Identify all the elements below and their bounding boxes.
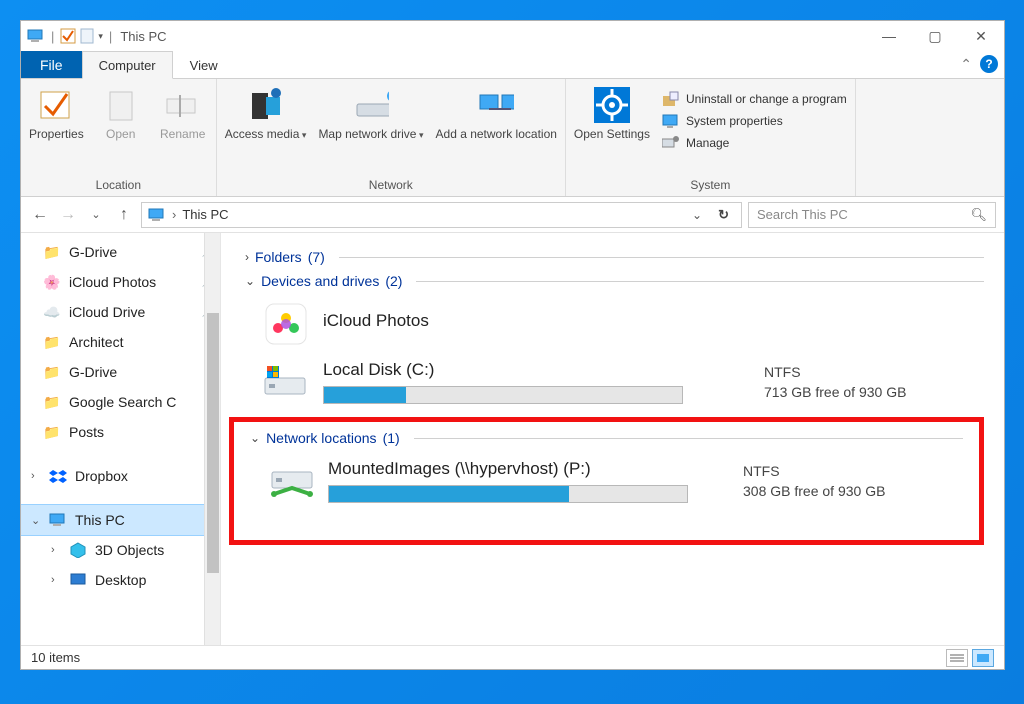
address-bar-row: ← → ⌄ ↑ › This PC ⌄ ↻ Search This PC 🔍︎ — [21, 197, 1004, 233]
ribbon-tabs: File Computer View ⌃ ? — [21, 51, 1004, 79]
sidebar-item-3d-objects[interactable]: › 3D Objects — [21, 535, 220, 565]
item-mounted-images[interactable]: MountedImages (\\hypervhost) (P:) NTFS 3… — [250, 452, 963, 510]
ribbon-group-network: Access media Map network drive Add a net… — [217, 79, 566, 196]
sidebar-item-posts[interactable]: 📁Posts — [21, 417, 220, 447]
item-local-disk[interactable]: Local Disk (C:) NTFS 713 GB free of 930 … — [245, 353, 984, 411]
sidebar-item-icloud-photos[interactable]: 🌸iCloud Photos — [21, 267, 220, 297]
address-bar[interactable]: › This PC ⌄ ↻ — [141, 202, 742, 228]
address-location: This PC — [182, 207, 228, 222]
address-dropdown[interactable]: ⌄ — [688, 208, 706, 222]
network-drive-icon — [268, 458, 314, 504]
qat-dropdown[interactable]: ▾ — [98, 31, 103, 42]
sidebar-scrollbar[interactable] — [204, 233, 220, 645]
navigation-pane[interactable]: 📁G-Drive 🌸iCloud Photos ☁️iCloud Drive 📁… — [21, 233, 221, 645]
ribbon-group-location: Properties Open Rename Location — [21, 79, 217, 196]
manage-button[interactable]: Manage — [662, 135, 847, 151]
recent-locations-button[interactable]: ⌄ — [85, 208, 107, 221]
pc-icon — [148, 208, 166, 222]
details-view-button[interactable] — [946, 649, 968, 667]
refresh-button[interactable]: ↻ — [712, 207, 735, 223]
uninstall-program-button[interactable]: Uninstall or change a program — [662, 91, 847, 107]
section-folders[interactable]: › Folders (7) — [245, 249, 984, 265]
tab-file[interactable]: File — [21, 51, 82, 78]
new-qat-icon[interactable] — [80, 28, 94, 44]
explorer-window: | ▾ | This PC — ▢ ✕ File Computer View ⌃… — [20, 20, 1005, 670]
forward-button: → — [57, 206, 79, 224]
icloud-photos-icon — [263, 301, 309, 347]
access-media-button[interactable]: Access media — [225, 87, 307, 141]
up-button[interactable]: ↑ — [113, 206, 135, 224]
sidebar-item-architect[interactable]: 📁Architect — [21, 327, 220, 357]
ribbon-group-system: Open Settings Uninstall or change a prog… — [566, 79, 856, 196]
sidebar-item-dropbox[interactable]: › Dropbox — [21, 461, 220, 491]
quick-access-toolbar: | ▾ | — [27, 28, 114, 44]
minimize-button[interactable]: — — [866, 21, 912, 51]
back-button[interactable]: ← — [29, 206, 51, 224]
item-icloud-photos[interactable]: iCloud Photos — [245, 295, 984, 353]
properties-qat-icon[interactable] — [60, 28, 76, 44]
section-devices[interactable]: ⌄ Devices and drives (2) — [245, 273, 984, 289]
system-properties-button[interactable]: System properties — [662, 113, 847, 129]
map-network-drive-button[interactable]: Map network drive — [318, 87, 423, 141]
rename-button: Rename — [158, 87, 208, 141]
help-icon[interactable]: ? — [980, 55, 998, 73]
search-input[interactable]: Search This PC 🔍︎ — [748, 202, 996, 228]
content-pane[interactable]: › Folders (7) ⌄ Devices and drives (2) i… — [221, 233, 1004, 645]
pc-icon — [27, 28, 45, 44]
add-network-location-button[interactable]: Add a network location — [436, 87, 557, 141]
collapse-ribbon-icon[interactable]: ⌃ — [960, 56, 972, 73]
sidebar-item-this-pc[interactable]: ⌄ This PC — [21, 505, 220, 535]
status-bar: 10 items — [21, 645, 1004, 669]
disk-usage-bar — [328, 485, 688, 503]
search-icon: 🔍︎ — [970, 207, 987, 223]
tab-computer[interactable]: Computer — [82, 51, 173, 79]
properties-button[interactable]: Properties — [29, 87, 84, 141]
window-title: This PC — [120, 29, 166, 44]
section-network-locations[interactable]: ⌄ Network locations (1) — [250, 430, 963, 446]
item-count: 10 items — [31, 650, 80, 665]
thumbnails-view-button[interactable] — [972, 649, 994, 667]
open-settings-button[interactable]: Open Settings — [574, 87, 650, 141]
highlighted-region: ⌄ Network locations (1) MountedImages (\… — [229, 417, 984, 545]
drive-icon — [263, 359, 309, 405]
ribbon: Properties Open Rename Location Access m… — [21, 79, 1004, 197]
maximize-button[interactable]: ▢ — [912, 21, 958, 51]
titlebar: | ▾ | This PC — ▢ ✕ — [21, 21, 1004, 51]
open-button: Open — [96, 87, 146, 141]
sidebar-item-google-search[interactable]: 📁Google Search C — [21, 387, 220, 417]
tab-view[interactable]: View — [173, 51, 235, 78]
close-button[interactable]: ✕ — [958, 21, 1004, 51]
disk-usage-bar — [323, 386, 683, 404]
sidebar-item-desktop[interactable]: › Desktop — [21, 565, 220, 595]
sidebar-item-icloud-drive[interactable]: ☁️iCloud Drive — [21, 297, 220, 327]
sidebar-item-gdrive[interactable]: 📁G-Drive — [21, 237, 220, 267]
sidebar-item-gdrive2[interactable]: 📁G-Drive — [21, 357, 220, 387]
